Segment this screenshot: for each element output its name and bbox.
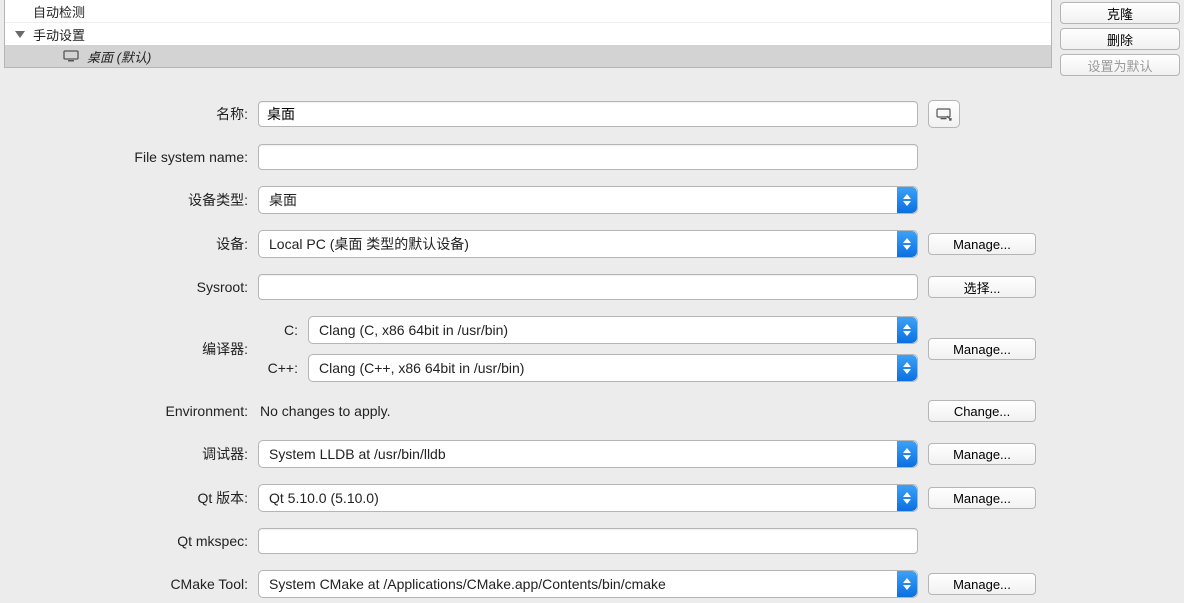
select-value: Clang (C, x86 64bit in /usr/bin) (319, 322, 508, 338)
cmake-manage-button[interactable]: Manage... (928, 573, 1036, 595)
row-name: 名称: (8, 100, 1048, 128)
set-default-button[interactable]: 设置为默认 (1060, 54, 1180, 76)
right-button-column: 克隆 删除 设置为默认 (1056, 0, 1184, 603)
tree-item-label: 桌面 (默认) (87, 47, 151, 66)
select-arrows-icon (897, 485, 917, 511)
mkspec-input[interactable] (258, 528, 918, 554)
compiler-cpp-select[interactable]: Clang (C++, x86 64bit in /usr/bin) (308, 354, 918, 382)
kits-tree[interactable]: 自动检测 手动设置 桌面 (默认) (4, 0, 1052, 68)
kit-icon-button[interactable] (928, 100, 960, 128)
chevron-down-icon (15, 31, 25, 38)
device-manage-button[interactable]: Manage... (928, 233, 1036, 255)
debugger-manage-button[interactable]: Manage... (928, 443, 1036, 465)
label-fsname: File system name: (8, 149, 258, 165)
tree-item-label: 自动检测 (33, 2, 85, 21)
select-value: System LLDB at /usr/bin/lldb (269, 446, 446, 462)
select-arrows-icon (897, 317, 917, 343)
label-environment: Environment: (8, 403, 258, 419)
compiler-c-line: C: Clang (C, x86 64bit in /usr/bin) (258, 316, 918, 344)
tree-item-desktop-default[interactable]: 桌面 (默认) (5, 45, 1051, 67)
compiler-c-select[interactable]: Clang (C, x86 64bit in /usr/bin) (308, 316, 918, 344)
sysroot-choose-button[interactable]: 选择... (928, 276, 1036, 298)
select-arrows-icon (897, 231, 917, 257)
row-qtversion: Qt 版本: Qt 5.10.0 (5.10.0) Manage... (8, 484, 1048, 512)
row-mkspec: Qt mkspec: (8, 528, 1048, 554)
compiler-cpp-line: C++: Clang (C++, x86 64bit in /usr/bin) (258, 354, 918, 382)
environment-change-button[interactable]: Change... (928, 400, 1036, 422)
name-input[interactable] (258, 101, 918, 127)
root: 自动检测 手动设置 桌面 (默认) 名称: (0, 0, 1184, 603)
row-environment: Environment: No changes to apply. Change… (8, 398, 1048, 424)
row-debugger: 调试器: System LLDB at /usr/bin/lldb Manage… (8, 440, 1048, 468)
row-device: 设备: Local PC (桌面 类型的默认设备) Manage... (8, 230, 1048, 258)
device-select[interactable]: Local PC (桌面 类型的默认设备) (258, 230, 918, 258)
select-value: Qt 5.10.0 (5.10.0) (269, 490, 379, 506)
compiler-manage-button[interactable]: Manage... (928, 338, 1036, 360)
cmake-select[interactable]: System CMake at /Applications/CMake.app/… (258, 570, 918, 598)
tree-item-auto-detect[interactable]: 自动检测 (5, 0, 1051, 23)
environment-text: No changes to apply. (258, 403, 918, 419)
fsname-input[interactable] (258, 144, 918, 170)
select-value: Local PC (桌面 类型的默认设备) (269, 234, 469, 254)
select-arrows-icon (897, 187, 917, 213)
label-name: 名称: (8, 104, 258, 124)
label-cmake: CMake Tool: (8, 576, 258, 592)
label-mkspec: Qt mkspec: (8, 533, 258, 549)
delete-button[interactable]: 删除 (1060, 28, 1180, 50)
label-devtype: 设备类型: (8, 190, 258, 210)
debugger-select[interactable]: System LLDB at /usr/bin/lldb (258, 440, 918, 468)
label-debugger: 调试器: (8, 444, 258, 464)
row-sysroot: Sysroot: 选择... (8, 274, 1048, 300)
kit-form: 名称: File system name: (0, 68, 1056, 603)
devtype-select[interactable]: 桌面 (258, 186, 918, 214)
row-devtype: 设备类型: 桌面 (8, 186, 1048, 214)
clone-button[interactable]: 克隆 (1060, 2, 1180, 24)
compiler-sub: C: Clang (C, x86 64bit in /usr/bin) C++:… (258, 316, 918, 382)
sysroot-input[interactable] (258, 274, 918, 300)
select-value: System CMake at /Applications/CMake.app/… (269, 576, 666, 592)
label-compiler: 编译器: (8, 339, 258, 359)
label-device: 设备: (8, 234, 258, 254)
desktop-icon (63, 50, 79, 62)
select-arrows-icon (897, 355, 917, 381)
left-column: 自动检测 手动设置 桌面 (默认) 名称: (0, 0, 1056, 603)
label-compiler-c: C: (258, 322, 298, 338)
label-compiler-cpp: C++: (258, 360, 298, 376)
tree-item-label: 手动设置 (33, 25, 85, 44)
tree-item-manual[interactable]: 手动设置 (5, 23, 1051, 45)
qtversion-manage-button[interactable]: Manage... (928, 487, 1036, 509)
qtversion-select[interactable]: Qt 5.10.0 (5.10.0) (258, 484, 918, 512)
row-fsname: File system name: (8, 144, 1048, 170)
select-value: Clang (C++, x86 64bit in /usr/bin) (319, 360, 524, 376)
select-value: 桌面 (269, 190, 297, 210)
select-arrows-icon (897, 441, 917, 467)
row-cmake: CMake Tool: System CMake at /Application… (8, 570, 1048, 598)
select-arrows-icon (897, 571, 917, 597)
row-compiler: 编译器: C: Clang (C, x86 64bit in /usr/bin)… (8, 316, 1048, 382)
label-sysroot: Sysroot: (8, 279, 258, 295)
label-qtversion: Qt 版本: (8, 488, 258, 508)
